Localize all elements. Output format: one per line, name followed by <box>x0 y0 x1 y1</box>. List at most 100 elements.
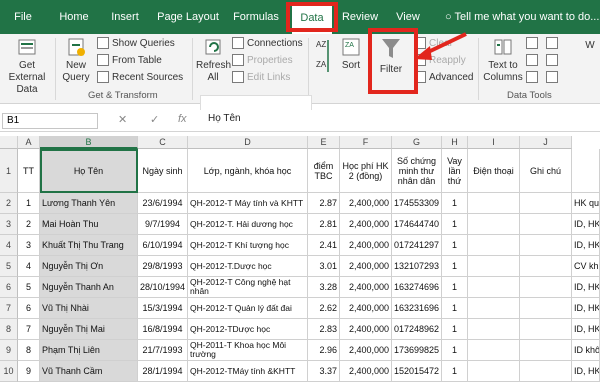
tab-home[interactable]: Home <box>50 0 98 34</box>
row-header[interactable]: 7 <box>0 298 18 319</box>
header-cell[interactable]: Số chứng minh thư nhân dân <box>392 149 442 193</box>
table-cell[interactable]: 4 <box>18 256 40 277</box>
table-cell[interactable]: QH-2012-T. Hải dương học <box>188 214 308 235</box>
remove-duplicates-button[interactable] <box>526 53 541 69</box>
table-cell[interactable] <box>520 193 572 214</box>
table-cell[interactable]: 2.81 <box>308 214 340 235</box>
name-box[interactable]: B1 <box>2 113 98 129</box>
row-header[interactable]: 4 <box>0 235 18 256</box>
table-cell[interactable]: QH-2012-T Quản lý đất đai <box>188 298 308 319</box>
table-cell[interactable] <box>520 340 572 361</box>
table-cell[interactable]: QH-2012-T Máy tính và KHTT <box>188 193 308 214</box>
table-cell[interactable]: 1 <box>442 193 468 214</box>
table-cell[interactable]: 1 <box>442 235 468 256</box>
text-to-columns-button[interactable]: Text to Columns <box>482 36 524 84</box>
table-cell[interactable]: 2.41 <box>308 235 340 256</box>
from-table-button[interactable]: From Table <box>97 53 162 69</box>
name-cell[interactable]: Nguyễn Thị Ơn <box>40 256 138 277</box>
row-header[interactable]: 9 <box>0 340 18 361</box>
table-cell[interactable]: 8 <box>18 340 40 361</box>
table-cell[interactable] <box>468 298 520 319</box>
name-cell[interactable]: Mai Hoàn Thu <box>40 214 138 235</box>
consolidate-button[interactable] <box>546 36 561 52</box>
header-cell[interactable]: Ngày sinh <box>138 149 188 193</box>
table-cell[interactable]: 174553309 <box>392 193 442 214</box>
table-cell[interactable]: ID khô <box>572 340 600 361</box>
table-cell[interactable]: 2.62 <box>308 298 340 319</box>
table-cell[interactable]: 2,400,000 <box>340 361 392 382</box>
table-cell[interactable]: 173699825 <box>392 340 442 361</box>
header-cell[interactable]: TT <box>18 149 40 193</box>
column-header-g[interactable]: G <box>392 136 442 149</box>
table-cell[interactable] <box>468 256 520 277</box>
sort-az-button[interactable]: AZ ZA <box>312 36 334 78</box>
insert-function-icon[interactable]: fx <box>178 113 187 125</box>
table-cell[interactable]: 2,400,000 <box>340 340 392 361</box>
cancel-icon[interactable]: ✕ <box>118 113 127 126</box>
table-cell[interactable] <box>520 298 572 319</box>
table-cell[interactable]: QH-2012-T.Dược học <box>188 256 308 277</box>
table-cell[interactable]: 2,400,000 <box>340 214 392 235</box>
table-cell[interactable]: QH-2012-TDược học <box>188 319 308 340</box>
table-cell[interactable]: 5 <box>18 277 40 298</box>
name-cell[interactable]: Nguyễn Thanh An <box>40 277 138 298</box>
table-cell[interactable]: 1 <box>442 214 468 235</box>
table-cell[interactable]: 15/3/1994 <box>138 298 188 319</box>
table-cell[interactable]: ID, HK <box>572 277 600 298</box>
header-cell[interactable]: Lớp, ngành, khóa học <box>188 149 308 193</box>
table-cell[interactable] <box>468 319 520 340</box>
header-cell[interactable] <box>572 149 600 193</box>
table-cell[interactable]: ID, HK <box>572 214 600 235</box>
column-header-d[interactable]: D <box>188 136 308 149</box>
table-cell[interactable]: 3.37 <box>308 361 340 382</box>
column-header-b[interactable]: B <box>40 136 138 149</box>
column-header-f[interactable]: F <box>340 136 392 149</box>
table-cell[interactable]: 29/8/1993 <box>138 256 188 277</box>
edit-links-button[interactable]: Edit Links <box>232 70 290 86</box>
table-cell[interactable] <box>468 214 520 235</box>
table-cell[interactable]: 2,400,000 <box>340 193 392 214</box>
flash-fill-button[interactable] <box>526 36 541 52</box>
table-cell[interactable]: CV kh <box>572 256 600 277</box>
data-validation-button[interactable] <box>526 70 541 86</box>
tab-insert[interactable]: Insert <box>100 0 150 34</box>
table-cell[interactable]: HK qu <box>572 193 600 214</box>
header-cell[interactable]: Vay lần thứ <box>442 149 468 193</box>
header-cell[interactable]: Học phí HK 2 (đồng) <box>340 149 392 193</box>
name-cell[interactable]: Vũ Thanh Cầm <box>40 361 138 382</box>
table-cell[interactable]: 3.28 <box>308 277 340 298</box>
table-cell[interactable]: QH-2011-T Khoa học Môi trường <box>188 340 308 361</box>
table-cell[interactable]: ID, HK <box>572 319 600 340</box>
table-cell[interactable]: 1 <box>442 340 468 361</box>
row-header[interactable]: 8 <box>0 319 18 340</box>
what-if-button[interactable]: W <box>580 40 600 52</box>
table-cell[interactable]: 1 <box>442 277 468 298</box>
table-cell[interactable]: 2.96 <box>308 340 340 361</box>
table-cell[interactable]: 28/1/1994 <box>138 361 188 382</box>
refresh-all-button[interactable]: Refresh All <box>196 36 231 84</box>
advanced-button[interactable]: Advanced <box>414 70 473 86</box>
table-cell[interactable] <box>468 235 520 256</box>
connections-button[interactable]: Connections <box>232 36 303 52</box>
column-header-e[interactable]: E <box>308 136 340 149</box>
table-cell[interactable]: ID, HK <box>572 298 600 319</box>
table-cell[interactable]: 163231696 <box>392 298 442 319</box>
enter-icon[interactable]: ✓ <box>150 113 159 126</box>
table-cell[interactable]: 1 <box>442 256 468 277</box>
recent-sources-button[interactable]: Recent Sources <box>97 70 183 86</box>
table-cell[interactable]: 017241297 <box>392 235 442 256</box>
column-header-j[interactable]: J <box>520 136 572 149</box>
tab-page-layout[interactable]: Page Layout <box>152 0 224 34</box>
table-cell[interactable]: 1 <box>442 319 468 340</box>
header-cell[interactable]: Điện thoại <box>468 149 520 193</box>
table-cell[interactable] <box>468 193 520 214</box>
table-cell[interactable]: 174644740 <box>392 214 442 235</box>
table-cell[interactable]: 6/10/1994 <box>138 235 188 256</box>
row-header[interactable]: 1 <box>0 149 18 193</box>
manage-data-model-button[interactable] <box>546 70 561 86</box>
column-header-h[interactable]: H <box>442 136 468 149</box>
table-cell[interactable]: 9 <box>18 361 40 382</box>
table-cell[interactable]: 1 <box>442 298 468 319</box>
worksheet-grid[interactable]: A B C D E F G H I J 1 TT Họ Tên Ngày sinh Lớp, ngành, … <box>0 136 600 383</box>
table-cell[interactable]: 28/10/1994 <box>138 277 188 298</box>
